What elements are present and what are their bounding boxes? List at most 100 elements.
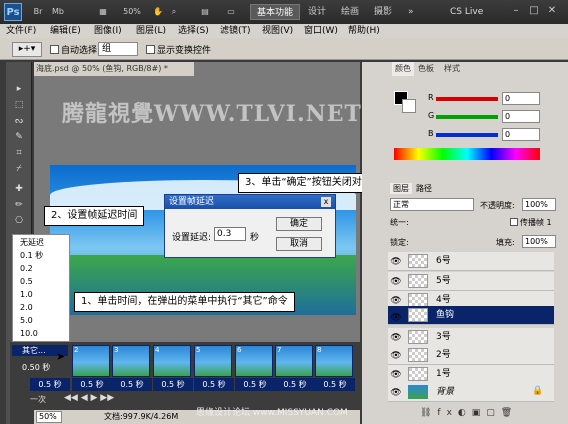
menu-layer[interactable]: 图层(L) (136, 24, 166, 38)
visibility-eye-icon[interactable]: 👁 (390, 369, 402, 381)
menu-edit[interactable]: 编辑(E) (50, 24, 81, 38)
delay-menu-item[interactable]: 无延迟 (20, 237, 44, 248)
animation-frame[interactable]: 7 (275, 345, 313, 377)
marquee-tool-icon[interactable]: ⬚ (8, 98, 30, 112)
animation-frame[interactable]: 4 (153, 345, 191, 377)
visibility-eye-icon[interactable]: 👁 (390, 332, 402, 344)
tab-color[interactable]: 颜色 (392, 62, 414, 76)
more-workspaces-button[interactable]: » (402, 4, 420, 20)
tab-swatches[interactable]: 色板 (418, 62, 434, 76)
layer-actions-icon[interactable]: ⛓fx◐▣▢🗑 (420, 408, 518, 418)
visibility-eye-icon[interactable]: 👁 (390, 276, 402, 288)
menu-view[interactable]: 视图(V) (262, 24, 293, 38)
delay-menu-item[interactable]: 2.0 (20, 302, 33, 313)
crop-tool-icon[interactable]: ⌗ (8, 146, 30, 160)
close-button[interactable]: ✕ (546, 5, 558, 17)
menu-help[interactable]: 帮助(H) (348, 24, 380, 38)
b-slider[interactable] (436, 133, 498, 137)
delay-menu-item[interactable]: 5.0 (20, 315, 33, 326)
arrange-documents-icon[interactable]: ▤ (196, 4, 214, 20)
workspace-design[interactable]: 设计 (302, 4, 332, 20)
visibility-eye-icon[interactable]: 👁 (390, 387, 402, 399)
animation-frame[interactable]: 3 (112, 345, 150, 377)
g-value[interactable]: 0 (502, 110, 540, 123)
auto-select-checkbox[interactable] (50, 45, 59, 54)
menu-file[interactable]: 文件(F) (6, 24, 36, 38)
layer-row[interactable]: 6号 (388, 252, 554, 271)
playback-controls-icon[interactable]: ◀◀ ◀ ▶ ▶▶ (64, 393, 114, 403)
current-delay[interactable]: 0.50 秒 (22, 362, 50, 373)
delay-menu-item[interactable]: 0.2 (20, 263, 33, 274)
animation-frame[interactable]: 8 (315, 345, 353, 377)
view-extras-icon[interactable]: ▦ (94, 4, 112, 20)
launch-bridge-icon[interactable]: Br (30, 4, 46, 20)
show-transform-checkbox[interactable] (146, 45, 155, 54)
layer-row[interactable]: 背景 (388, 383, 554, 402)
workspace-painting[interactable]: 绘画 (335, 4, 365, 20)
delay-menu-item[interactable]: 1.0 (20, 289, 33, 300)
delay-menu-item[interactable]: 10.0 (20, 328, 38, 339)
tab-styles[interactable]: 样式 (444, 62, 460, 76)
hand-tool-icon[interactable]: ✋ (150, 4, 166, 20)
document-tab[interactable]: 海底.psd @ 50% (鱼钩, RGB/8#) * (34, 62, 194, 76)
loop-dropdown[interactable]: 一次 (30, 394, 46, 405)
delay-input[interactable]: 0.3 (214, 227, 246, 241)
color-spectrum[interactable] (394, 148, 540, 160)
clone-stamp-tool-icon[interactable]: ⎔ (8, 214, 30, 228)
fill-input[interactable]: 100% (522, 235, 556, 248)
frame-delay[interactable]: 0.5 秒 (153, 378, 193, 391)
menu-filter[interactable]: 滤镜(T) (220, 24, 251, 38)
visibility-eye-icon[interactable]: 👁 (390, 295, 402, 307)
menu-window[interactable]: 窗口(W) (304, 24, 338, 38)
frame-delay[interactable]: 0.5 秒 (72, 378, 112, 391)
blend-mode-dropdown[interactable]: 正常 (390, 198, 474, 211)
layer-row-selected[interactable]: 鱼钩 (388, 306, 554, 325)
dialog-close-icon[interactable]: x (321, 197, 331, 207)
healing-tool-icon[interactable]: ✚ (8, 182, 30, 196)
r-slider[interactable] (436, 97, 498, 101)
frame-delay[interactable]: 0.5 秒 (30, 378, 70, 391)
menu-select[interactable]: 选择(S) (178, 24, 209, 38)
tool-preset-picker-icon[interactable]: ▸+▾ (12, 42, 42, 57)
propagate-checkbox[interactable] (510, 218, 518, 226)
maximize-button[interactable]: □ (528, 5, 540, 17)
frame-delay[interactable]: 0.5 秒 (315, 378, 355, 391)
visibility-eye-icon[interactable]: 👁 (390, 256, 402, 268)
tab-layers[interactable]: 图层 (390, 183, 412, 194)
opacity-input[interactable]: 100% (522, 198, 556, 211)
tab-paths[interactable]: 路径 (416, 183, 432, 194)
layer-row[interactable]: 3号 (388, 328, 554, 347)
status-zoom[interactable]: 50% (36, 411, 62, 423)
frame-delay[interactable]: 0.5 秒 (275, 378, 315, 391)
workspace-essentials[interactable]: 基本功能 (250, 4, 301, 20)
visibility-eye-icon[interactable]: 👁 (390, 350, 402, 362)
screen-mode-icon[interactable]: ▭ (222, 4, 240, 20)
animation-frame[interactable]: 5 (194, 345, 232, 377)
eyedropper-tool-icon[interactable]: ⌿ (8, 162, 30, 176)
animation-frame[interactable]: 2 (72, 345, 110, 377)
animation-frame[interactable]: 6 (235, 345, 273, 377)
auto-select-dropdown[interactable]: 组 (98, 42, 138, 56)
layer-row[interactable]: 5号 (388, 272, 554, 291)
minimize-button[interactable]: – (510, 5, 522, 17)
layer-row[interactable]: 1号 (388, 365, 554, 384)
visibility-eye-icon[interactable]: 👁 (390, 312, 402, 324)
g-slider[interactable] (436, 115, 498, 119)
brush-tool-icon[interactable]: ✏ (8, 198, 30, 212)
workspace-photography[interactable]: 摄影 (368, 4, 398, 20)
cs-live-button[interactable]: CS Live (450, 4, 483, 20)
delay-menu-item[interactable]: 0.5 (20, 276, 33, 287)
menu-image[interactable]: 图像(I) (94, 24, 122, 38)
frame-delay[interactable]: 0.5 秒 (235, 378, 275, 391)
r-value[interactable]: 0 (502, 92, 540, 105)
frame-delay[interactable]: 0.5 秒 (112, 378, 152, 391)
zoom-tool-icon[interactable]: ⌕ (166, 4, 182, 20)
cancel-button[interactable]: 取消 (276, 237, 322, 251)
background-color-swatch[interactable] (402, 99, 416, 113)
zoom-level[interactable]: 50% (118, 4, 146, 20)
layer-row[interactable]: 2号 (388, 346, 554, 365)
quick-select-tool-icon[interactable]: ✎ (8, 130, 30, 144)
ok-button[interactable]: 确定 (276, 217, 322, 231)
lasso-tool-icon[interactable]: ᔓ (8, 114, 30, 128)
move-tool-icon[interactable]: ▸ (8, 82, 30, 96)
